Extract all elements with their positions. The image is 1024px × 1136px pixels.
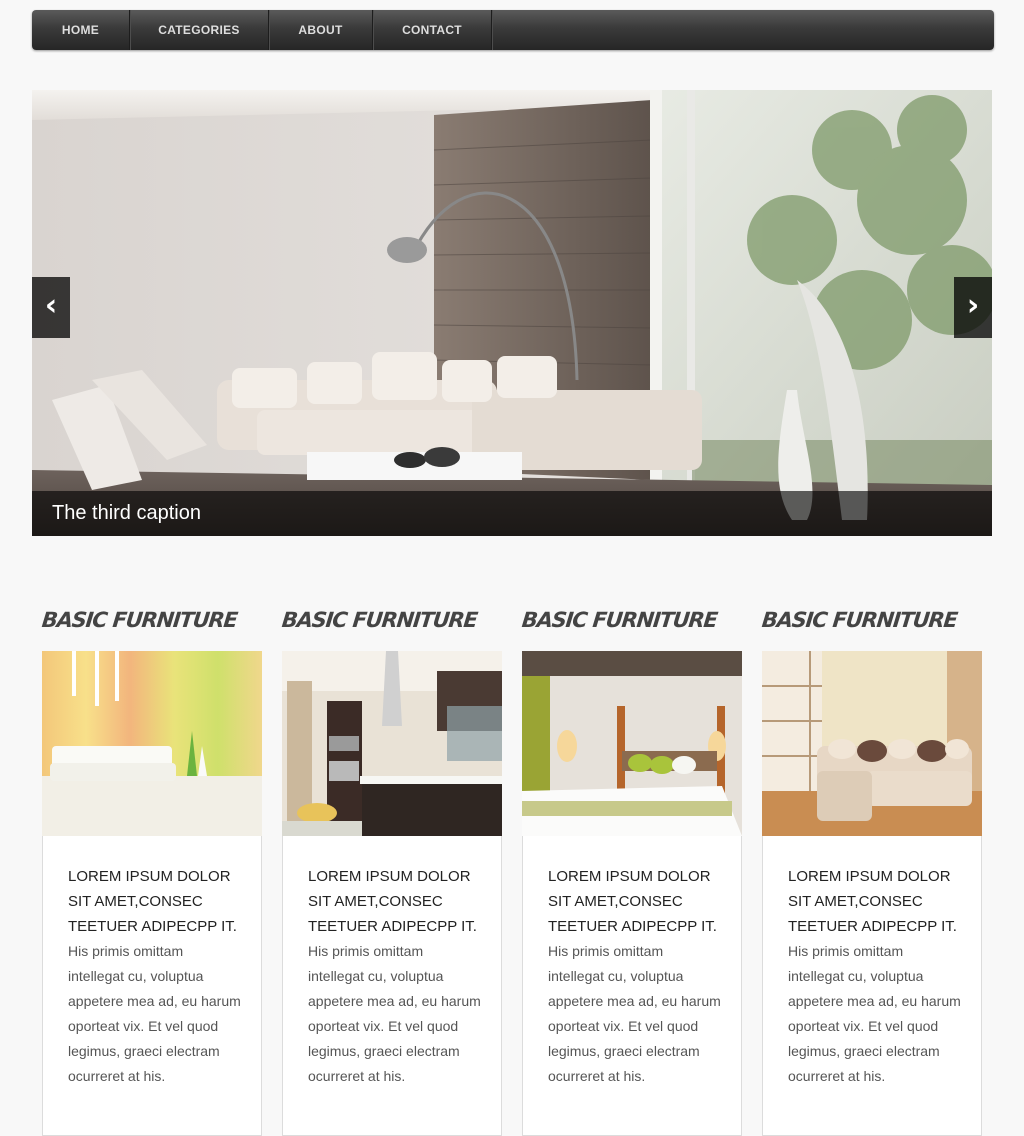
card-body: LOREM IPSUM DOLOR SIT AMET,CONSEC TEETUE… [42, 836, 262, 1136]
card-body: LOREM IPSUM DOLOR SIT AMET,CONSEC TEETUE… [522, 836, 742, 1136]
product-card: BASIC FURNITURE LOREM IPSUM DOLOR SIT AM… [280, 600, 502, 1136]
card-text: His primis omittam intellegat cu, volupt… [788, 943, 961, 1084]
product-card: BASIC FURNITURE LOREM IPSUM DOLOR SIT AM… [40, 600, 262, 1136]
card-image[interactable] [522, 651, 742, 836]
nav-home[interactable]: HOME [32, 10, 130, 50]
slider-prev-button[interactable]: ‹ [32, 277, 70, 338]
card-image[interactable] [42, 651, 262, 836]
nav-categories[interactable]: CATEGORIES [130, 10, 269, 50]
slider-next-button[interactable]: › [954, 277, 992, 338]
card-heading: BASIC FURNITURE [280, 608, 479, 632]
nav-contact[interactable]: CONTACT [373, 10, 492, 50]
nav-about[interactable]: ABOUT [269, 10, 373, 50]
main-nav: HOME CATEGORIES ABOUT CONTACT [32, 10, 994, 50]
card-image[interactable] [282, 651, 502, 836]
slide-image [32, 90, 992, 536]
card-title: LOREM IPSUM DOLOR SIT AMET,CONSEC TEETUE… [788, 868, 957, 935]
card-title: LOREM IPSUM DOLOR SIT AMET,CONSEC TEETUE… [548, 868, 717, 935]
card-heading: BASIC FURNITURE [40, 608, 239, 632]
slide-caption-bar: The third caption [32, 491, 992, 536]
card-text: His primis omittam intellegat cu, volupt… [548, 943, 721, 1084]
card-heading: BASIC FURNITURE [760, 608, 959, 632]
chevron-left-icon: ‹ [44, 288, 58, 323]
card-image[interactable] [762, 651, 982, 836]
card-text: His primis omittam intellegat cu, volupt… [308, 943, 481, 1084]
card-title: LOREM IPSUM DOLOR SIT AMET,CONSEC TEETUE… [308, 868, 477, 935]
card-heading: BASIC FURNITURE [520, 608, 719, 632]
card-title: LOREM IPSUM DOLOR SIT AMET,CONSEC TEETUE… [68, 868, 237, 935]
card-text: His primis omittam intellegat cu, volupt… [68, 943, 241, 1084]
card-body: LOREM IPSUM DOLOR SIT AMET,CONSEC TEETUE… [762, 836, 982, 1136]
image-slider: ‹ › The third caption [32, 90, 992, 536]
chevron-right-icon: › [966, 288, 980, 323]
product-card: BASIC FURNITURE LOREM IPSUM DOLOR SIT AM… [760, 600, 982, 1136]
card-body: LOREM IPSUM DOLOR SIT AMET,CONSEC TEETUE… [282, 836, 502, 1136]
slide-caption: The third caption [52, 502, 201, 524]
product-card: BASIC FURNITURE LOREM IPSUM DOLOR SIT AM… [520, 600, 742, 1136]
